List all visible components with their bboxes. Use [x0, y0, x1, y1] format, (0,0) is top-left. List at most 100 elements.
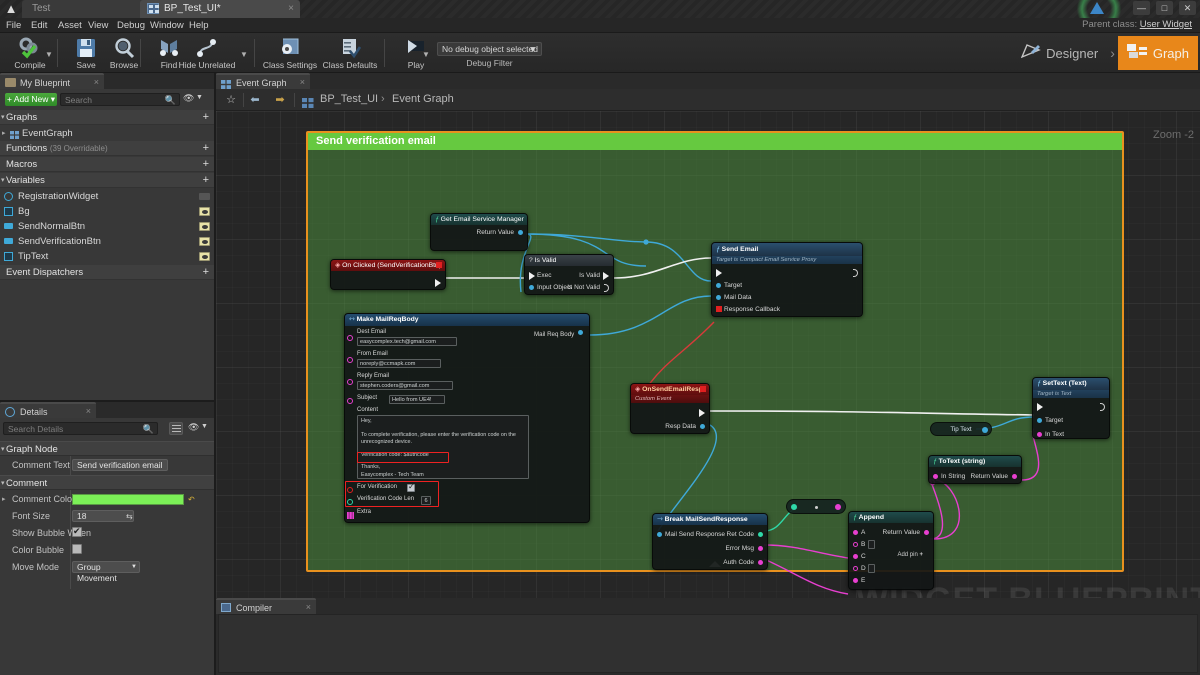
- maximize-button[interactable]: □: [1156, 1, 1173, 15]
- tab-event-graph[interactable]: Event Graph ×: [216, 73, 310, 89]
- menu-item-help[interactable]: Help: [189, 18, 209, 33]
- add-macro-button[interactable]: +: [203, 157, 209, 172]
- comment-color-swatch[interactable]: [72, 494, 184, 505]
- add-function-button[interactable]: +: [203, 141, 209, 156]
- pin-c[interactable]: C Add pin +: [853, 552, 929, 561]
- variable-row[interactable]: TipText: [0, 249, 214, 264]
- parent-class-value[interactable]: User Widget: [1140, 19, 1192, 30]
- menu-item-view[interactable]: View: [88, 18, 108, 33]
- pin-target[interactable]: Target: [1037, 416, 1105, 425]
- variable-row[interactable]: SendNormalBtn: [0, 219, 214, 234]
- exec-out-icon[interactable]: [699, 409, 705, 417]
- pin-auth-code[interactable]: Auth Code: [657, 558, 763, 567]
- pin-dot[interactable]: [657, 532, 662, 537]
- details-section-graph-node[interactable]: ▾ Graph Node: [0, 441, 214, 456]
- pin-exec-in[interactable]: Exec Is Valid: [529, 271, 609, 280]
- node-get-email-service-manager[interactable]: ƒ Get Email Service Manager Return Value: [430, 213, 528, 251]
- exec-in-icon[interactable]: [1037, 403, 1043, 411]
- pin-dot-reply-email[interactable]: [347, 379, 353, 385]
- pin-e[interactable]: E: [853, 576, 929, 585]
- pin-a[interactable]: A Return Value: [853, 528, 929, 537]
- add-pin-button[interactable]: Add pin +: [897, 551, 923, 560]
- pin-out-exec[interactable]: [635, 408, 705, 417]
- pin-out-mail-req-body[interactable]: Mail Req Body: [534, 330, 583, 338]
- reset-color-icon[interactable]: ↶: [188, 495, 195, 504]
- my-blueprint-search-input[interactable]: Search 🔍: [60, 93, 180, 106]
- details-section-comment[interactable]: ▾ Comment: [0, 475, 214, 490]
- mode-graph-button[interactable]: Graph: [1117, 36, 1198, 70]
- hide-unrelated-caret-icon[interactable]: ▼: [240, 50, 248, 59]
- expand-arrow-icon[interactable]: ▸: [2, 492, 6, 507]
- node-make-mail-req-body[interactable]: ⇿ Make MailReqBody Mail Req Body Dest Em…: [344, 313, 590, 523]
- forward-arrow-icon[interactable]: ➡: [272, 92, 288, 108]
- menu-item-window[interactable]: Window: [150, 18, 184, 33]
- pin-dot[interactable]: [853, 554, 858, 559]
- font-size-field[interactable]: 18: [72, 510, 134, 522]
- pin-b[interactable]: B: [853, 540, 929, 549]
- input-b[interactable]: [868, 540, 875, 549]
- input-d[interactable]: [868, 564, 875, 573]
- menu-item-debug[interactable]: Debug: [117, 18, 145, 33]
- pin-dot[interactable]: [853, 530, 858, 535]
- class-settings-button[interactable]: Class Settings: [262, 35, 318, 71]
- pin-dot[interactable]: [853, 542, 858, 547]
- close-icon[interactable]: ×: [94, 74, 99, 90]
- pin-dot-in[interactable]: [791, 504, 797, 510]
- pin-dot[interactable]: [853, 578, 858, 583]
- pin-target[interactable]: Target: [716, 281, 858, 290]
- details-search-input[interactable]: Search Details 🔍: [3, 422, 158, 435]
- node-is-valid[interactable]: ? Is Valid Exec Is Valid Input Object Is…: [524, 254, 614, 295]
- compile-dropdown-caret-icon[interactable]: ▼: [45, 50, 53, 59]
- section-event-dispatchers[interactable]: Event Dispatchers +: [0, 265, 214, 280]
- minimize-button[interactable]: —: [1133, 1, 1150, 15]
- input-reply-email[interactable]: stephen.coders@gmail.com: [357, 381, 453, 390]
- pin-dot[interactable]: [758, 560, 763, 565]
- show-bubble-checkbox[interactable]: [72, 526, 82, 537]
- tab-my-blueprint[interactable]: My Blueprint ×: [0, 73, 104, 89]
- pin-dot[interactable]: [1012, 474, 1017, 479]
- node-get-tip-text[interactable]: Tip Text: [930, 422, 992, 436]
- exec-out-hollow-icon[interactable]: [1100, 403, 1105, 411]
- variable-row[interactable]: RegistrationWidget: [0, 189, 214, 204]
- pin-dot[interactable]: [1037, 432, 1042, 437]
- close-icon[interactable]: ×: [86, 403, 91, 419]
- compiler-results-body[interactable]: [218, 614, 1198, 673]
- class-defaults-button[interactable]: Class Defaults: [322, 35, 378, 71]
- pin-dot[interactable]: [758, 546, 763, 551]
- input-from-email[interactable]: noreply@ccmapk.com: [357, 359, 441, 368]
- graph-canvas[interactable]: WIDGET BLUEPRINT Zoom -2 Send verificati…: [216, 111, 1200, 598]
- play-button[interactable]: Play: [390, 35, 442, 71]
- close-icon[interactable]: ×: [300, 74, 305, 90]
- node-on-clicked-send-verification-btn[interactable]: ◈ On Clicked (SendVerificationBtn): [330, 259, 446, 290]
- node-send-email[interactable]: ƒ Send Email Target is Compact Email Ser…: [711, 242, 863, 317]
- pin-dot[interactable]: [529, 285, 534, 290]
- pin-response-callback[interactable]: Response Callback: [716, 305, 858, 314]
- section-variables[interactable]: ▾ Variables +: [0, 173, 214, 188]
- pin-dot[interactable]: [982, 427, 988, 433]
- tab-details[interactable]: Details ×: [0, 402, 96, 418]
- input-dest-email[interactable]: easycomplex.tech@gmail.com: [357, 337, 457, 346]
- input-code-len[interactable]: 6: [421, 496, 431, 505]
- node-to-text-string[interactable]: ƒ ToText (string) In String Return Value: [928, 455, 1022, 484]
- pin-dot[interactable]: [518, 230, 523, 235]
- section-graphs[interactable]: ▾ Graphs +: [0, 110, 214, 125]
- pin-delegate-square[interactable]: [716, 306, 722, 312]
- pin-dot-code-len[interactable]: [347, 499, 353, 505]
- pin-out-exec[interactable]: [335, 278, 441, 287]
- add-graph-button[interactable]: +: [203, 110, 209, 125]
- close-button[interactable]: ✕: [1179, 1, 1196, 15]
- pin-dot[interactable]: [716, 295, 721, 300]
- section-macros[interactable]: Macros +: [0, 157, 214, 172]
- pin-dot[interactable]: [924, 530, 929, 535]
- node-set-text[interactable]: ƒ SetText (Text) Target is Text Target I…: [1032, 377, 1110, 439]
- menu-item-edit[interactable]: Edit: [31, 18, 47, 33]
- input-subject[interactable]: Hello from UE4!: [389, 395, 445, 404]
- pin-mail-data[interactable]: Mail Data: [716, 293, 858, 302]
- node-on-send-email-resp[interactable]: ◈ OnSendEmailResp Custom Event Resp Data: [630, 383, 710, 434]
- visibility-icon[interactable]: [199, 193, 210, 200]
- pin-dot[interactable]: [578, 330, 583, 335]
- pin-dot-dest-email[interactable]: [347, 335, 353, 341]
- pin-out-resp-data[interactable]: Resp Data: [635, 422, 705, 431]
- variable-row[interactable]: SendVerificationBtn: [0, 234, 214, 249]
- pin-exec[interactable]: [716, 268, 858, 277]
